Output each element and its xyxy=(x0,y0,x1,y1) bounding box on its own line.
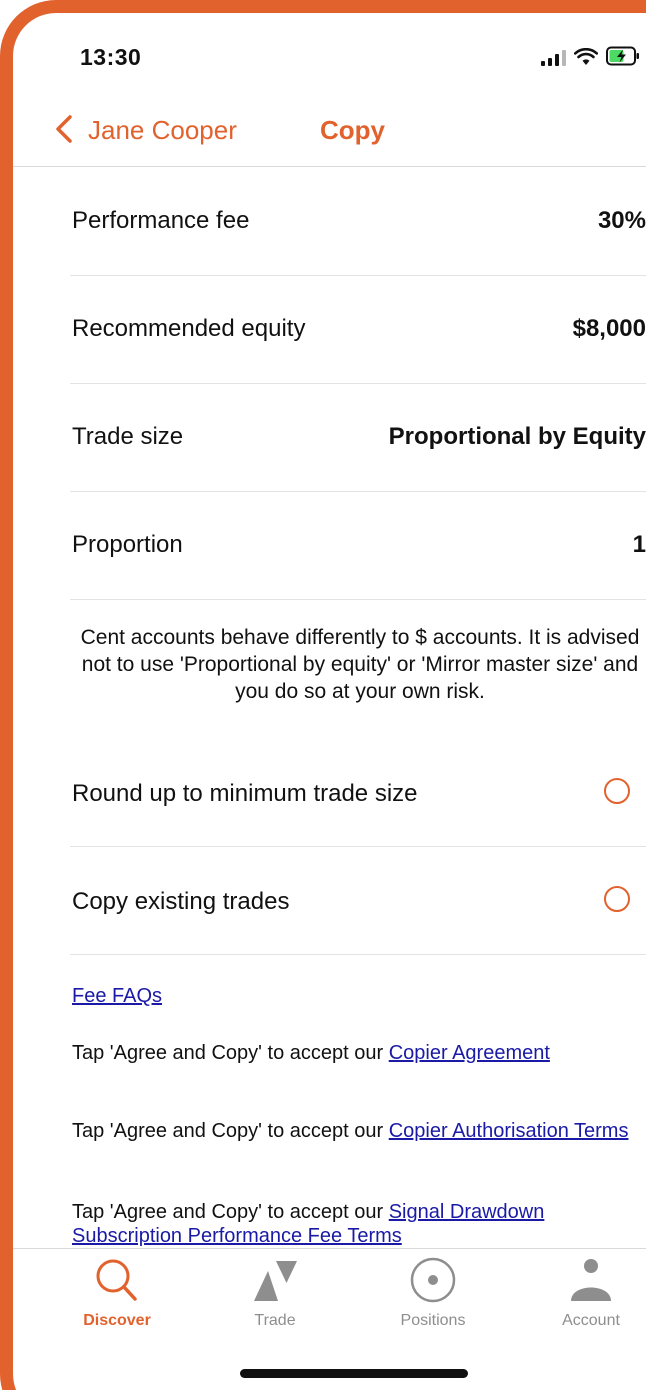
positions-icon xyxy=(410,1257,456,1303)
option-label: Round up to minimum trade size xyxy=(72,780,418,807)
option-label: Copy existing trades xyxy=(72,888,290,915)
radio-button[interactable] xyxy=(604,886,630,912)
tab-label: Account xyxy=(562,1312,620,1329)
trade-icon xyxy=(254,1261,297,1301)
back-button[interactable]: Jane Cooper xyxy=(88,115,237,146)
row-value[interactable]: 1 xyxy=(633,531,646,559)
copier-agreement-text: Tap 'Agree and Copy' to accept our Copie… xyxy=(72,1041,646,1065)
phone-screen: 13:30 Jane Cooper Copy Performance fee 3… xyxy=(0,0,646,1390)
tab-trade[interactable]: Trade xyxy=(210,1257,340,1337)
terms-prefix: Tap 'Agree and Copy' to accept our xyxy=(72,1042,389,1064)
tab-account[interactable]: Account xyxy=(526,1257,646,1337)
status-time: 13:30 xyxy=(80,44,142,70)
home-indicator[interactable] xyxy=(240,1369,468,1378)
account-icon xyxy=(571,1259,611,1301)
tab-positions[interactable]: Positions xyxy=(368,1257,498,1337)
radio-button[interactable] xyxy=(604,778,630,804)
page-title: Copy xyxy=(320,115,385,145)
settings-row-proportion[interactable]: Proportion 1 xyxy=(70,491,646,600)
navigation-bar: Jane Cooper Copy xyxy=(0,96,646,167)
status-icons xyxy=(541,46,640,66)
battery-charging-icon xyxy=(606,46,639,66)
row-label: Proportion xyxy=(72,531,183,558)
row-label: Recommended equity xyxy=(72,315,306,342)
tab-discover[interactable]: Discover xyxy=(52,1257,182,1337)
tab-label: Discover xyxy=(83,1312,151,1329)
row-value: 30% xyxy=(597,207,646,234)
copier-authorisation-terms-link[interactable]: Copier Authorisation Terms xyxy=(389,1120,629,1142)
row-label: Trade size xyxy=(72,423,184,450)
signal-drawdown-text: Tap 'Agree and Copy' to accept our Signa… xyxy=(72,1200,646,1248)
terms-prefix: Tap 'Agree and Copy' to accept our xyxy=(72,1201,389,1223)
fee-faqs-link[interactable]: Fee FAQs xyxy=(72,985,162,1008)
copier-agreement-link[interactable]: Copier Agreement xyxy=(389,1042,550,1064)
option-round-up-min-trade-size[interactable]: Round up to minimum trade size xyxy=(70,740,646,847)
settings-row-performance-fee: Performance fee 30% xyxy=(70,167,646,276)
cent-account-warning: Cent accounts behave differently to $ ac… xyxy=(80,626,640,703)
settings-row-recommended-equity: Recommended equity $8,000 xyxy=(70,275,646,384)
option-copy-existing-trades[interactable]: Copy existing trades xyxy=(70,848,646,955)
cellular-signal-icon xyxy=(541,50,566,66)
terms-prefix: Tap 'Agree and Copy' to accept our xyxy=(72,1120,389,1142)
row-value: $8,000 xyxy=(572,315,646,342)
status-bar: 13:30 xyxy=(80,40,646,80)
copier-authorisation-text: Tap 'Agree and Copy' to accept our Copie… xyxy=(72,1119,646,1143)
row-label: Performance fee xyxy=(72,207,250,234)
search-icon xyxy=(96,1259,137,1301)
wifi-icon xyxy=(574,48,598,65)
settings-row-trade-size[interactable]: Trade size Proportional by Equity xyxy=(70,383,646,492)
tab-label: Trade xyxy=(254,1312,296,1329)
row-value[interactable]: Proportional by Equity xyxy=(389,423,646,451)
chevron-left-icon[interactable] xyxy=(52,114,76,144)
tab-label: Positions xyxy=(400,1312,466,1329)
